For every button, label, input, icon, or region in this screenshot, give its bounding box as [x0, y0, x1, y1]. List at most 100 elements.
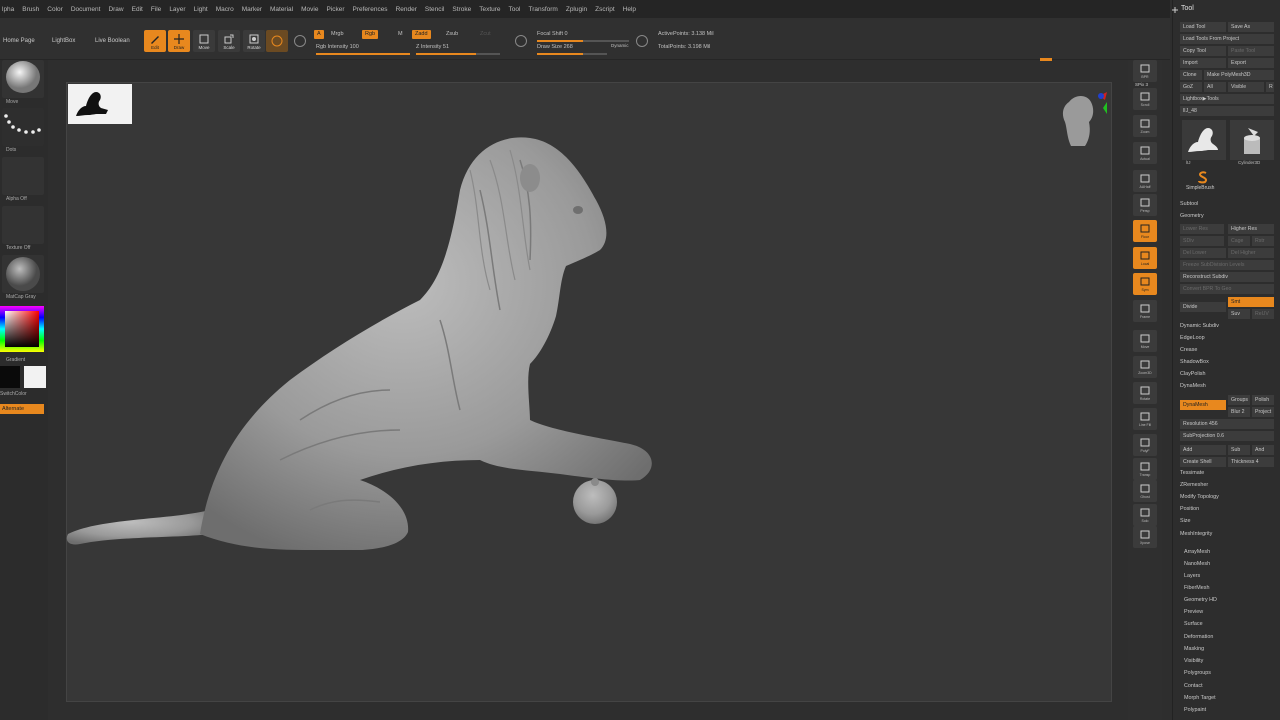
- tool-thumbnail-lion[interactable]: [1182, 120, 1226, 160]
- alternate-button[interactable]: Alternate: [0, 404, 44, 414]
- a-toggle[interactable]: A: [314, 30, 324, 39]
- rgb-intensity-track[interactable]: [316, 53, 410, 55]
- right-tray-bpr-button[interactable]: BPR: [1133, 60, 1157, 82]
- menu-item[interactable]: Layer: [169, 6, 185, 13]
- tessimate-section[interactable]: Tessimate: [1180, 470, 1204, 476]
- project-toggle[interactable]: Project: [1252, 407, 1274, 417]
- draw-size-slider[interactable]: Draw Size 268: [537, 44, 573, 50]
- right-tray-line-fill-button[interactable]: Line Fill: [1133, 408, 1157, 430]
- brush-picker[interactable]: Move: [0, 60, 46, 105]
- right-tray-persp-button[interactable]: Persp: [1133, 194, 1157, 216]
- scale-button[interactable]: Scale: [218, 30, 240, 52]
- create-shell-button[interactable]: Create Shell: [1180, 457, 1226, 467]
- menu-item[interactable]: Stroke: [452, 6, 471, 13]
- menu-item[interactable]: Zplugin: [566, 6, 587, 13]
- del-higher-button[interactable]: Del Higher: [1228, 248, 1274, 258]
- right-tray-transp-button[interactable]: Transp: [1133, 458, 1157, 480]
- divide-button[interactable]: Divide: [1180, 302, 1226, 312]
- edit-button[interactable]: Edit: [144, 30, 166, 52]
- lion-sculpt[interactable]: [60, 130, 680, 550]
- save-as-button[interactable]: Save As: [1228, 22, 1274, 32]
- right-tray-floor-button[interactable]: Floor: [1133, 220, 1157, 242]
- right-tray-frame-button[interactable]: Frame: [1133, 300, 1157, 322]
- focal-shift-slider[interactable]: Focal Shift 0: [537, 31, 568, 37]
- menu-item[interactable]: Light: [194, 6, 208, 13]
- menu-item[interactable]: Document: [71, 6, 101, 13]
- higher-res-button[interactable]: Higher Res: [1228, 224, 1274, 234]
- clone-button[interactable]: Clone: [1180, 70, 1202, 80]
- menu-item[interactable]: Movie: [301, 6, 318, 13]
- menu-item[interactable]: Color: [47, 6, 63, 13]
- tool-thumbnail-cylinder[interactable]: [1230, 120, 1274, 160]
- right-tray-zoom3d-button[interactable]: Zoom3D: [1133, 356, 1157, 378]
- menu-item[interactable]: lpha: [2, 6, 14, 13]
- secondary-color-swatch[interactable]: [0, 366, 20, 388]
- simple-brush-icon[interactable]: [1196, 170, 1210, 184]
- material-sphere-button[interactable]: [266, 30, 288, 52]
- rstr-button[interactable]: Rstr: [1252, 236, 1274, 246]
- mrgb-toggle[interactable]: Mrgb: [331, 31, 344, 37]
- menu-item[interactable]: Macro: [216, 6, 234, 13]
- right-tray-actual-button[interactable]: Actual: [1133, 142, 1157, 164]
- size-section[interactable]: Size: [1180, 518, 1191, 524]
- home-page-button[interactable]: Home Page: [3, 38, 35, 44]
- menu-item[interactable]: Picker: [326, 6, 344, 13]
- live-boolean-button[interactable]: Live Boolean: [95, 38, 130, 44]
- paste-tool-button[interactable]: Paste Tool: [1228, 46, 1274, 56]
- visible-button[interactable]: Visible: [1228, 82, 1264, 92]
- position-section[interactable]: Position: [1180, 506, 1199, 512]
- mesh-integrity-section[interactable]: MeshIntegrity: [1180, 531, 1212, 537]
- polish-toggle[interactable]: Polish: [1252, 395, 1274, 405]
- del-lower-button[interactable]: Del Lower: [1180, 248, 1226, 258]
- load-tools-from-project-button[interactable]: Load Tools From Project: [1180, 34, 1274, 44]
- lightbox-tools-button[interactable]: Lightbox▶Tools: [1180, 94, 1274, 104]
- z-intensity-track[interactable]: [416, 53, 500, 55]
- right-tray-solo-button[interactable]: Solo: [1133, 504, 1157, 526]
- rgb-intensity-slider[interactable]: Rgb Intensity 100: [316, 44, 359, 50]
- palette-section-preview[interactable]: Preview: [1184, 609, 1203, 615]
- menu-item[interactable]: Marker: [242, 6, 262, 13]
- palette-collapse-icon[interactable]: [1171, 6, 1179, 14]
- orientation-gizmo[interactable]: [1055, 92, 1113, 152]
- focal-shift-track[interactable]: [537, 40, 629, 42]
- shadowbox-section[interactable]: ShadowBox: [1180, 359, 1209, 365]
- color-sphere-icon[interactable]: [294, 35, 306, 47]
- resolution-slider[interactable]: Resolution 456: [1180, 419, 1274, 429]
- palette-section-contact[interactable]: Contact: [1184, 683, 1203, 689]
- all-button[interactable]: All: [1204, 82, 1226, 92]
- menu-item[interactable]: Stencil: [425, 6, 445, 13]
- palette-section-polygroups[interactable]: Polygroups: [1184, 670, 1211, 676]
- menu-item[interactable]: Render: [396, 6, 417, 13]
- suv-toggle[interactable]: Suv: [1228, 309, 1250, 319]
- palette-section-arraymesh[interactable]: ArrayMesh: [1184, 549, 1210, 555]
- palette-section-nanomesh[interactable]: NanoMesh: [1184, 561, 1210, 567]
- stroke-picker[interactable]: Dots: [0, 108, 46, 153]
- palette-section-masking[interactable]: Masking: [1184, 646, 1204, 652]
- groups-toggle[interactable]: Groups: [1228, 395, 1250, 405]
- zremesher-section[interactable]: ZRemesher: [1180, 482, 1208, 488]
- primary-color-swatch[interactable]: [24, 366, 46, 388]
- m-toggle[interactable]: M: [398, 31, 403, 37]
- menu-item[interactable]: Brush: [22, 6, 39, 13]
- right-tray-scroll-button[interactable]: Scroll: [1133, 88, 1157, 110]
- move-button[interactable]: Move: [193, 30, 215, 52]
- menu-item[interactable]: Transform: [528, 6, 557, 13]
- palette-section-morph-target[interactable]: Morph Target: [1184, 695, 1216, 701]
- crease-section[interactable]: Crease: [1180, 347, 1197, 353]
- draw-button[interactable]: Draw: [168, 30, 190, 52]
- load-tool-button[interactable]: Load Tool: [1180, 22, 1226, 32]
- claypolish-section[interactable]: ClayPolish: [1180, 371, 1205, 377]
- right-tray-local-button[interactable]: Local: [1133, 247, 1157, 269]
- rgb-toggle[interactable]: Rgb: [362, 30, 379, 39]
- sdiv-slider[interactable]: SDiv: [1180, 236, 1224, 246]
- palette-section-layers[interactable]: Layers: [1184, 573, 1200, 579]
- right-tray-aahalf-button[interactable]: AAHalf: [1133, 170, 1157, 192]
- and-button[interactable]: And: [1252, 445, 1274, 455]
- material-picker[interactable]: MatCap Gray: [0, 255, 46, 300]
- freeze-subdivision-levels-button[interactable]: Freeze SubDivision Levels: [1180, 260, 1274, 270]
- copy-tool-button[interactable]: Copy Tool: [1180, 46, 1226, 56]
- blur-slider[interactable]: Blur 2: [1228, 407, 1250, 417]
- zsub-toggle[interactable]: Zsub: [446, 31, 458, 37]
- draw-size-track[interactable]: [537, 53, 607, 55]
- palette-section-polypaint[interactable]: Polypaint: [1184, 707, 1206, 713]
